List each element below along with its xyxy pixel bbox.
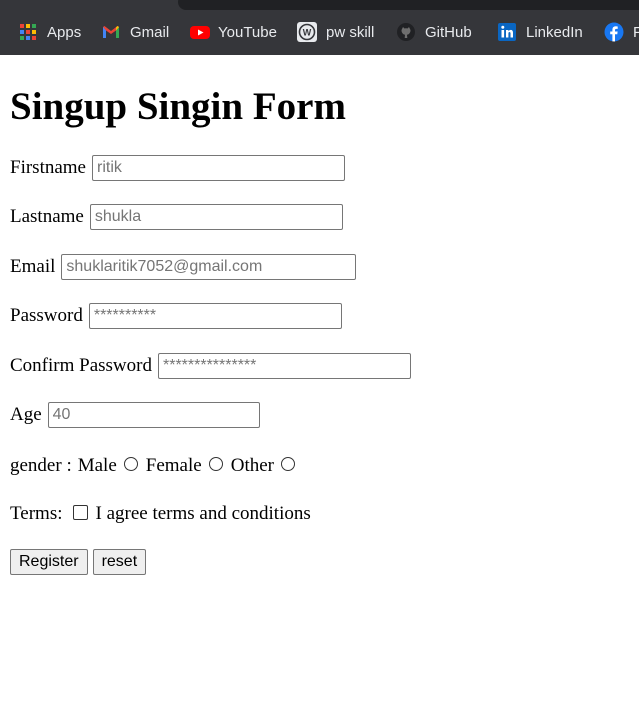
reset-button[interactable]: reset xyxy=(92,549,147,575)
email-label: Email xyxy=(10,256,56,277)
firstname-label: Firstname xyxy=(10,157,86,178)
bookmark-label: Gmail xyxy=(130,23,170,41)
gender-male-radio[interactable] xyxy=(123,457,138,471)
bookmark-label: GitHub xyxy=(425,23,472,41)
tab-strip-edge xyxy=(178,0,639,10)
confirm-password-row: Confirm Password xyxy=(10,353,411,379)
terms-text: I agree terms and conditions xyxy=(95,503,311,524)
bookmark-gmail[interactable]: Gmail xyxy=(101,21,169,43)
gender-other-radio[interactable] xyxy=(280,457,295,471)
lastname-label: Lastname xyxy=(10,206,84,227)
lastname-row: Lastname xyxy=(10,204,343,230)
bookmark-label: LinkedIn xyxy=(526,23,583,41)
firstname-row: Firstname xyxy=(10,155,345,181)
gender-row: gender : Male Female Other xyxy=(10,455,301,477)
page-title: Singup Singin Form xyxy=(10,85,346,128)
page-content: Singup Singin Form xyxy=(0,85,639,133)
confirm-password-input[interactable] xyxy=(157,353,411,379)
email-row: Email xyxy=(10,254,357,280)
bookmark-youtube[interactable]: YouTube xyxy=(189,21,277,43)
linkedin-icon xyxy=(497,22,517,42)
bookmarks-bar: Apps Gmail YouTube W pw skill GitHub Lin… xyxy=(0,0,639,55)
bookmark-label: Apps xyxy=(47,23,82,41)
gender-option-female-label: Female xyxy=(145,455,202,476)
gmail-icon xyxy=(101,22,121,42)
lastname-input[interactable] xyxy=(89,204,343,230)
password-input[interactable] xyxy=(88,303,342,329)
gender-label: gender : xyxy=(10,455,72,476)
bookmark-label: F xyxy=(633,23,639,41)
gender-option-male-label: Male xyxy=(77,455,117,476)
bookmark-github[interactable]: GitHub xyxy=(396,21,472,43)
register-button[interactable]: Register xyxy=(10,549,88,575)
form-buttons: Register reset xyxy=(10,549,147,575)
firstname-input[interactable] xyxy=(92,155,345,181)
bookmark-linkedin[interactable]: LinkedIn xyxy=(497,21,583,43)
github-icon xyxy=(396,22,416,42)
bookmark-label: YouTube xyxy=(218,23,277,41)
apps-grid-icon xyxy=(18,22,38,42)
age-input[interactable] xyxy=(47,402,260,428)
terms-checkbox[interactable] xyxy=(72,504,88,520)
terms-label: Terms: xyxy=(10,503,63,524)
age-label: Age xyxy=(10,404,42,425)
email-input[interactable] xyxy=(61,254,357,280)
svg-text:W: W xyxy=(303,28,312,38)
wordpress-icon: W xyxy=(297,22,317,42)
age-row: Age xyxy=(10,402,260,428)
bookmark-facebook[interactable]: F xyxy=(604,21,639,43)
terms-row: Terms: I agree terms and conditions xyxy=(10,503,311,525)
password-row: Password xyxy=(10,303,342,329)
password-label: Password xyxy=(10,305,83,326)
facebook-icon xyxy=(604,22,624,42)
confirm-password-label: Confirm Password xyxy=(10,355,152,376)
bookmark-pw-skill[interactable]: W pw skill xyxy=(297,21,374,43)
gender-option-other-label: Other xyxy=(230,455,274,476)
bookmark-label: pw skill xyxy=(326,23,375,41)
youtube-icon xyxy=(189,22,210,42)
gender-female-radio[interactable] xyxy=(208,457,223,471)
bookmark-apps[interactable]: Apps xyxy=(18,21,81,43)
